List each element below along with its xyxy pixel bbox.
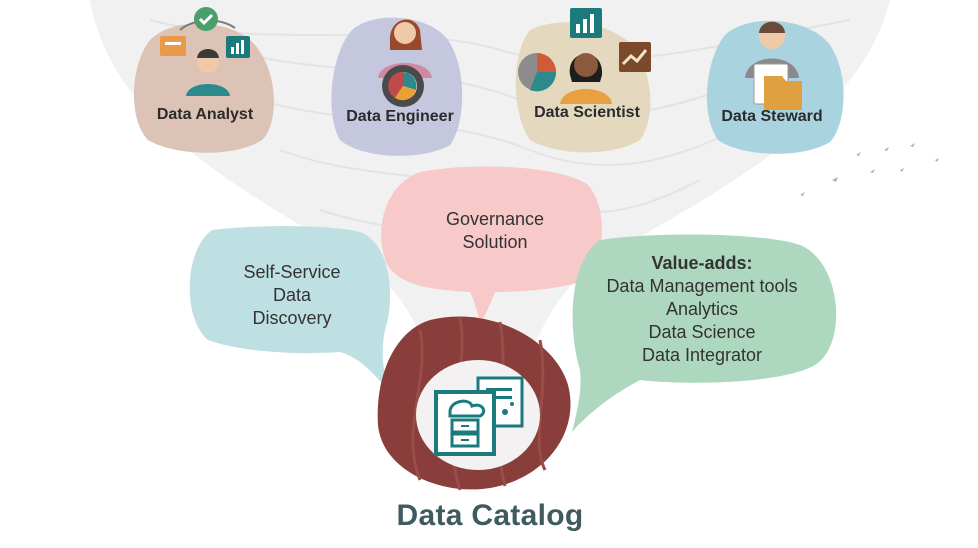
value-adds-item: Data Management tools <box>606 276 798 296</box>
value-adds-item: Analytics <box>665 299 739 319</box>
governance-text: Governance Solution <box>420 208 570 254</box>
value-adds-item: Data Integrator <box>641 345 763 365</box>
role-label-data-steward: Data Steward <box>721 108 823 125</box>
value-adds-item: Data Science <box>648 322 756 342</box>
diagram-canvas <box>90 0 939 491</box>
self-service-line: Discovery <box>252 308 332 328</box>
self-service-line: Data <box>272 285 312 305</box>
governance-line: Solution <box>462 232 528 252</box>
data-catalog-title: Data Catalog <box>396 499 584 532</box>
governance-line: Governance <box>445 209 545 229</box>
role-label-data-scientist: Data Scientist <box>534 104 640 121</box>
value-adds-heading: Value-adds: <box>651 253 753 273</box>
self-service-line: Self-Service <box>243 262 341 282</box>
value-adds-text: Value-adds: Data Management tools Analyt… <box>592 252 812 367</box>
birds-decoration <box>800 143 939 196</box>
self-service-text: Self-Service Data Discovery <box>212 261 372 330</box>
role-label-data-analyst: Data Analyst <box>156 106 254 123</box>
role-label-data-engineer: Data Engineer <box>346 108 454 125</box>
